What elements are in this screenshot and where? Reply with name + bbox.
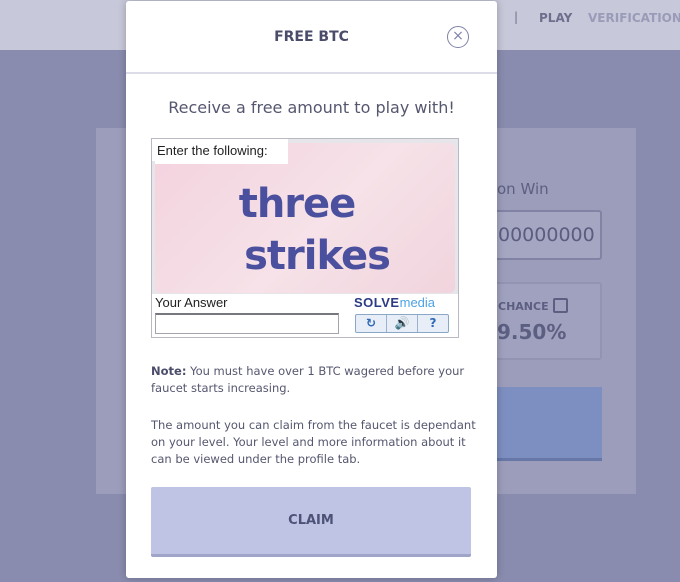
solve-media-logo: SOLVEmedia — [354, 295, 435, 310]
captcha-answer-input[interactable] — [155, 313, 339, 334]
claim-button[interactable]: CLAIM — [151, 487, 471, 557]
refresh-icon[interactable]: ↻ — [356, 315, 387, 332]
captcha-toolbar: ↻ 🔊 ? — [355, 314, 449, 333]
modal-header: FREE BTC × — [126, 1, 497, 74]
help-icon[interactable]: ? — [418, 315, 448, 332]
wager-note: Note: You must have over 1 BTC wagered b… — [151, 363, 476, 397]
brand-media: media — [399, 295, 436, 310]
captcha-word-1: three — [238, 181, 357, 227]
free-btc-modal: FREE BTC × Receive a free amount to play… — [126, 1, 497, 578]
edit-icon[interactable] — [553, 298, 568, 313]
faucet-info: The amount you can claim from the faucet… — [151, 418, 476, 466]
background-win-label: on Win — [497, 180, 549, 198]
modal-title: FREE BTC — [274, 29, 349, 45]
captcha-answer-area: Your Answer SOLVEmedia ↻ 🔊 ? — [152, 294, 458, 337]
background-chance-value: 9.50% — [497, 320, 567, 344]
brand-solve: SOLVE — [354, 295, 400, 310]
captcha-answer-label: Your Answer — [155, 295, 228, 310]
nav-play[interactable]: PLAY — [539, 11, 572, 25]
captcha-image: three strikes — [155, 143, 455, 293]
captcha-word-2: strikes — [244, 233, 391, 279]
modal-subtitle: Receive a free amount to play with! — [168, 98, 455, 117]
nav-separator: | — [514, 10, 519, 24]
captcha-widget: three strikes Enter the following: Your … — [151, 138, 459, 338]
captcha-prompt: Enter the following: — [152, 139, 288, 161]
nav-verification[interactable]: VERIFICATION — [588, 11, 680, 25]
note-label: Note: — [151, 364, 187, 378]
audio-icon[interactable]: 🔊 — [387, 315, 418, 332]
background-chance-label: CHANCE — [498, 300, 549, 313]
close-icon[interactable]: × — [447, 26, 469, 48]
note-text: You must have over 1 BTC wagered before … — [151, 364, 465, 395]
